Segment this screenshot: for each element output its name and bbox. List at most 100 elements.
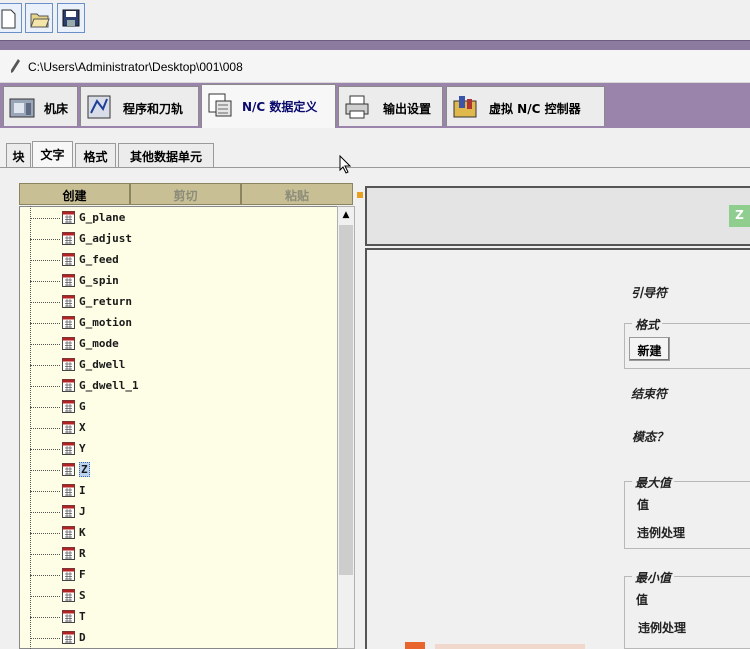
tree-item[interactable]: G_motion (30, 313, 330, 334)
subtab-other-label: 其他数据单元 (129, 150, 202, 164)
max-group-title: 最大值 (632, 474, 675, 491)
tree-item[interactable]: D (30, 628, 330, 649)
new-file-button[interactable] (0, 3, 22, 33)
word-node-icon (62, 568, 75, 581)
tree-branch-line (30, 554, 60, 555)
word-node-icon (62, 421, 75, 434)
max-violation-label: 违例处理 (637, 526, 686, 540)
tree-item-label: X (79, 421, 86, 434)
word-node-icon (62, 274, 75, 287)
subtab-underline (0, 167, 750, 168)
tree-branch-line (30, 386, 60, 387)
tab-virtual-nc-label: 虚拟 N/C 控制器 (489, 102, 581, 116)
save-button[interactable] (57, 3, 85, 33)
tab-virtual-nc-controller[interactable]: 虚拟 N/C 控制器 (446, 86, 605, 126)
tree-item[interactable]: G_dwell_1 (30, 376, 330, 397)
tree-item-label: K (79, 526, 86, 539)
title-strip (0, 40, 750, 50)
tree-branch-line (30, 323, 60, 324)
watermark-graphic (405, 640, 590, 649)
nc-data-icon (208, 93, 232, 117)
printer-icon (345, 95, 369, 119)
tree-branch-line (30, 365, 60, 366)
tree-item[interactable]: Z (30, 460, 330, 481)
new-file-icon (1, 9, 16, 29)
tab-program-toolpath[interactable]: 程序和刀轨 (80, 86, 199, 126)
mouse-cursor-icon (339, 155, 351, 174)
subtab-format-label: 格式 (83, 150, 108, 164)
tree-item-label: Z (79, 462, 90, 477)
word-node-icon (62, 631, 75, 644)
tree-item[interactable]: J (30, 502, 330, 523)
word-node-icon (62, 358, 75, 371)
tree-item[interactable]: K (30, 523, 330, 544)
tree-item[interactable]: G_adjust (30, 229, 330, 250)
tree-branch-line (30, 218, 60, 219)
tab-program-toolpath-label: 程序和刀轨 (123, 102, 184, 116)
word-preview-badge: Z (729, 205, 750, 227)
tree-button-bar: 创建 剪切 粘贴 (19, 183, 353, 205)
tree-item[interactable]: S (30, 586, 330, 607)
create-button[interactable]: 创建 (19, 183, 130, 205)
tree-item[interactable]: G_feed (30, 250, 330, 271)
tree-item-label: I (79, 484, 86, 497)
max-value-label: 值 (637, 498, 650, 512)
word-node-icon (62, 316, 75, 329)
tab-output-settings[interactable]: 输出设置 (338, 86, 443, 126)
word-node-icon (62, 253, 75, 266)
tree-scrollbar[interactable]: ▲ (337, 206, 355, 649)
tree-item[interactable]: G (30, 397, 330, 418)
tree-item[interactable]: I (30, 481, 330, 502)
tab-machine[interactable]: 机床 (3, 86, 78, 126)
open-file-button[interactable] (25, 3, 53, 33)
min-group-title: 最小值 (632, 569, 675, 586)
tree-item[interactable]: T (30, 607, 330, 628)
tree-item-label: R (79, 547, 86, 560)
tree-item[interactable]: G_plane (30, 208, 330, 229)
word-node-icon (62, 484, 75, 497)
tree-item-label: G_adjust (79, 232, 132, 245)
tree-item-label: G_motion (79, 316, 132, 329)
tree-branch-line (30, 407, 60, 408)
word-node-icon (62, 379, 75, 392)
tree-branch-line (30, 239, 60, 240)
tree-item-label: G_return (79, 295, 132, 308)
panel-splitter[interactable] (355, 186, 365, 649)
scroll-up-arrow-icon[interactable]: ▲ (338, 207, 354, 223)
tree-item-label: G_feed (79, 253, 119, 266)
word-node-icon (62, 232, 75, 245)
tree-item-label: S (79, 589, 86, 602)
tree-item[interactable]: G_return (30, 292, 330, 313)
min-value-label: 值 (636, 593, 649, 607)
tree-item[interactable]: X (30, 418, 330, 439)
leader-label: 引导符 (631, 286, 668, 300)
word-node-icon (62, 589, 75, 602)
tree-branch-line (30, 302, 60, 303)
subtab-other-elements[interactable]: 其他数据单元 (118, 143, 214, 167)
word-node-icon (62, 295, 75, 308)
subtab-word-label: 文字 (40, 148, 65, 162)
tree-item[interactable]: R (30, 544, 330, 565)
tree-item[interactable]: G_dwell (30, 355, 330, 376)
new-format-button[interactable]: 新建 (629, 337, 670, 361)
modal-label: 模态？ (632, 430, 669, 444)
cut-button[interactable]: 剪切 (130, 183, 241, 205)
file-path: C:\Users\Administrator\Desktop\001\008 (28, 60, 243, 74)
tree-branch-line (30, 617, 60, 618)
tree-item[interactable]: G_spin (30, 271, 330, 292)
tree-item[interactable]: Y (30, 439, 330, 460)
program-toolpath-icon (87, 95, 111, 119)
tab-nc-data-definition[interactable]: N/C 数据定义 (201, 84, 336, 128)
tree-branch-line (30, 491, 60, 492)
tree-item-label: D (79, 631, 86, 644)
subtab-block[interactable]: 块 (6, 143, 31, 167)
subtab-format[interactable]: 格式 (75, 143, 116, 167)
format-group-title: 格式 (632, 316, 663, 333)
tree-item[interactable]: G_mode (30, 334, 330, 355)
tree-branch-line (30, 449, 60, 450)
paste-button[interactable]: 粘贴 (241, 183, 353, 205)
tree-item[interactable]: F (30, 565, 330, 586)
scroll-thumb[interactable] (339, 225, 353, 575)
word-node-icon (62, 211, 75, 224)
subtab-word[interactable]: 文字 (32, 141, 73, 168)
